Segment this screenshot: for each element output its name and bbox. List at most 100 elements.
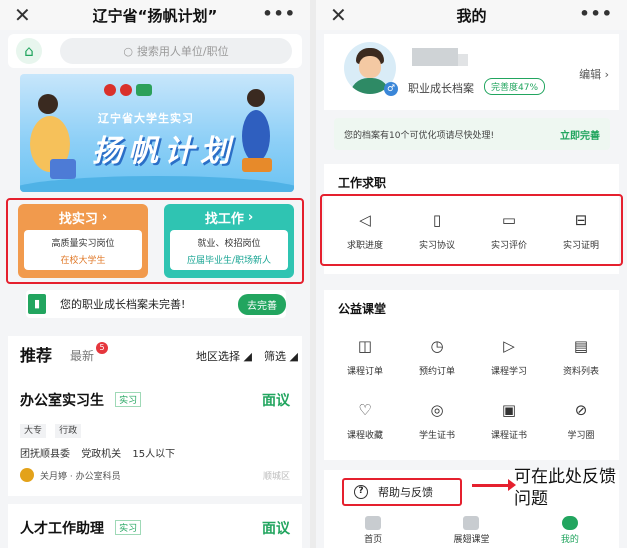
tab-latest[interactable]: 最新 [70,347,94,364]
grid-label: 实习评价 [490,241,527,251]
grid-label: 学习圈 [567,431,595,441]
annotation-arrow [472,479,516,491]
find-job-card[interactable]: 找工作 › 就业、校招岗位 应届毕业生/职场新人 [164,204,294,278]
certificate-icon: ⊟ [574,211,588,229]
annotation-text: 可在此处反馈问题 [514,467,616,509]
optimize-notice: 您的档案有10个可优化项请尽快处理! 立即完善 [334,118,610,150]
right-phone-screen: ✕ 我的 ••• ♂ 职业成长档案 完善度47% 编辑 › 您的档案有10个可优… [316,0,627,548]
nav-label: 我的 [560,535,579,545]
hero-banner[interactable]: 辽宁省大学生实习 扬帆计划 [20,74,294,192]
edit-profile-button[interactable]: 编辑 › [579,66,609,82]
grid-item-job-progress[interactable]: ◁ 求职进度 [332,210,398,251]
grid-label: 资料列表 [562,367,599,377]
profile-card[interactable]: ♂ 职业成长档案 完善度47% 编辑 › [324,34,619,110]
grid-label: 求职进度 [346,241,383,251]
tab-recommend[interactable]: 推荐 [20,342,52,366]
complete-now-link[interactable]: 立即完善 [560,127,600,142]
grid-item-study-circle[interactable]: ⊘ 学习圈 [548,400,614,441]
grid-item-course-favorites[interactable]: ♡ 课程收藏 [332,400,398,441]
left-top-bar: ✕ 辽宁省“扬帆计划” ••• [0,0,310,30]
nav-label: 展翅课堂 [453,535,490,545]
job-contact: 关月婷 · 办公室科员 顺城区 [20,468,290,482]
document-icon: ▯ [432,211,442,229]
archive-label: 职业成长档案 [408,82,474,95]
help-label: 帮助与反馈 [378,486,433,499]
profile-banner-text: 您的职业成长档案未完善! [60,298,186,311]
grid-item-materials[interactable]: ▤ 资料列表 [548,336,614,377]
nav-classroom[interactable]: 展翅课堂 [422,514,520,548]
complete-profile-button[interactable]: 去完善 [238,293,286,315]
certificate-doc-icon: ▣ [501,401,517,419]
card-line2: 应届毕业生/职场新人 [186,256,272,266]
left-phone-screen: ✕ 辽宁省“扬帆计划” ••• ⌂ ○ 搜索用人单位/职位 辽宁省大学生实习 扬… [0,0,310,548]
help-feedback-button[interactable]: ? 帮助与反馈 [342,478,462,506]
chat-icon: ▭ [501,211,517,229]
filter-button[interactable]: 筛选 ◢ [264,348,298,364]
grid-item-course-study[interactable]: ▷ 课程学习 [476,336,542,377]
grid-label: 课程证书 [490,431,527,441]
more-icon[interactable]: ••• [262,4,296,23]
search-icon: ○ [123,44,133,58]
chevron-right-icon: › [101,209,108,225]
job-pay: 面议 [262,393,290,409]
org-size: 15人以下 [132,449,176,460]
org-name: 团抚顺县委 [20,449,70,460]
folder-icon: ▤ [573,337,589,355]
edit-label: 编辑 [579,68,602,81]
search-row: ⌂ ○ 搜索用人单位/职位 [8,34,302,68]
grid-item-course-certificate[interactable]: ▣ 课程证书 [476,400,542,441]
circle-icon: ⊘ [574,401,588,419]
page-title: 我的 [456,6,487,25]
nav-mine[interactable]: 我的 [521,514,619,548]
job-item[interactable]: 办公室实习生 实习 面议 大专 行政 团抚顺县委 党政机关 15人以下 关月婷 … [20,390,290,482]
grid-item-course-orders[interactable]: ◫ 课程订单 [332,336,398,377]
region-filter-label: 地区选择 [196,350,240,363]
grid-label: 课程订单 [346,367,383,377]
district: 顺城区 [262,471,290,482]
grid-label: 学生证书 [418,431,455,441]
grid-label: 实习证明 [562,241,599,251]
book-icon: ◫ [357,337,373,355]
alarm-clock-icon: ◷ [430,337,444,355]
job-feed: 推荐 最新 5 地区选择 ◢ 筛选 ◢ 办公室实习生 实习 面议 大专 行政 团… [8,336,302,548]
question-icon: ? [354,485,368,499]
job-name: 人才工作助理 [20,521,104,537]
job-item[interactable]: 人才工作助理 实习 面议 [20,518,290,538]
search-placeholder: 搜索用人单位/职位 [136,45,229,58]
home-icon [365,516,382,530]
help-section: ? 帮助与反馈 可在此处反馈问题 首页 展翅课堂 我的 [324,467,619,548]
card-line1: 就业、校招岗位 [197,239,261,249]
region-filter[interactable]: 地区选择 ◢ [196,348,252,364]
male-icon: ♂ [384,82,398,96]
job-tag: 实习 [115,392,142,407]
bottom-nav: 首页 展翅课堂 我的 [324,514,619,548]
close-icon[interactable]: ✕ [330,3,347,27]
card-title: 找工作 [204,211,244,227]
notice-text: 您的档案有10个可优化项请尽快处理! [344,131,495,141]
find-internship-card[interactable]: 找实习 › 高质量实习岗位 在校大学生 [18,204,148,278]
nav-home[interactable]: 首页 [324,514,422,548]
home-icon[interactable]: ⌂ [16,38,42,64]
right-top-bar: ✕ 我的 ••• [316,0,627,30]
more-icon[interactable]: ••• [579,4,613,23]
card-line1: 高质量实习岗位 [51,239,115,249]
banner-title: 扬帆计划 [92,134,236,169]
filter-label: 筛选 [264,350,286,363]
profile-incomplete-banner: ▮ 您的职业成长档案未完善! 去完善 [26,290,286,318]
grid-item-booking-orders[interactable]: ◷ 预约订单 [404,336,470,377]
grid-item-student-certificate[interactable]: ◎ 学生证书 [404,400,470,441]
chevron-right-icon: › [247,209,254,225]
grid-item-internship-certificate[interactable]: ⊟ 实习证明 [548,210,614,251]
grid-label: 实习协议 [418,241,455,251]
grid-label: 课程收藏 [346,431,383,441]
grid-item-internship-agreement[interactable]: ▯ 实习协议 [404,210,470,251]
heart-icon: ♡ [358,401,372,419]
search-input[interactable]: ○ 搜索用人单位/职位 [60,38,292,64]
avatar [20,468,34,482]
book-icon: ▮ [28,294,46,314]
close-icon[interactable]: ✕ [14,3,31,27]
job-chips: 大专 行政 [20,418,290,438]
feed-tabs: 推荐 最新 5 地区选择 ◢ 筛选 ◢ [20,342,302,366]
grid-item-internship-review[interactable]: ▭ 实习评价 [476,210,542,251]
tv-icon: ▷ [503,337,515,355]
